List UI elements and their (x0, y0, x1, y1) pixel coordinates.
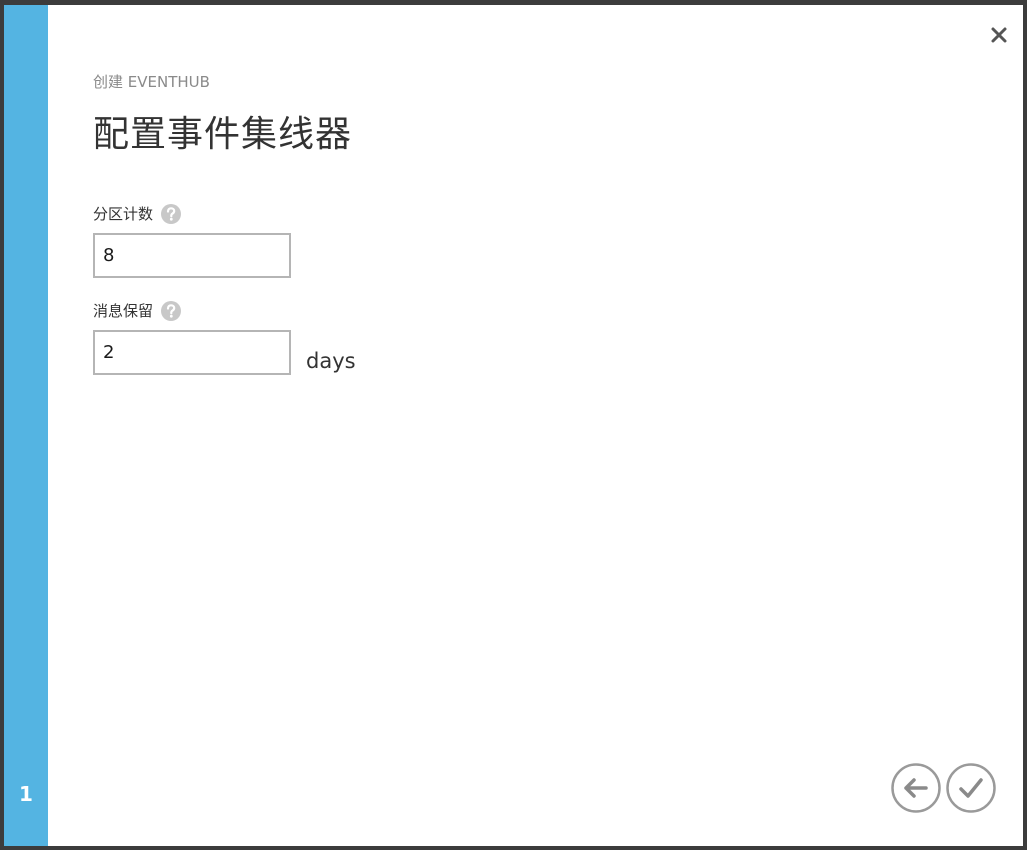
checkmark-icon (946, 763, 996, 813)
close-button[interactable] (987, 23, 1011, 47)
message-retention-input[interactable] (93, 330, 291, 375)
step-number: 1 (19, 782, 33, 806)
create-eventhub-dialog: 1 创建 EVENTHUB 配置事件集线器 分区计数 消息保留 (4, 5, 1023, 846)
message-retention-label: 消息保留 (93, 302, 154, 320)
partition-count-input[interactable] (93, 233, 291, 278)
retention-unit-label: days (306, 349, 356, 373)
close-icon (991, 27, 1007, 43)
partition-count-label: 分区计数 (93, 205, 154, 223)
wizard-subtitle: 创建 EVENTHUB (93, 73, 210, 91)
page-title: 配置事件集线器 (93, 114, 353, 155)
wizard-step-rail: 1 (4, 5, 48, 846)
partition-count-label-row: 分区计数 (93, 203, 182, 224)
back-button[interactable] (891, 763, 941, 813)
arrow-left-icon (891, 763, 941, 813)
partition-count-help-icon[interactable] (161, 203, 182, 224)
message-retention-label-row: 消息保留 (93, 300, 182, 321)
message-retention-help-icon[interactable] (161, 300, 182, 321)
complete-button[interactable] (946, 763, 996, 813)
